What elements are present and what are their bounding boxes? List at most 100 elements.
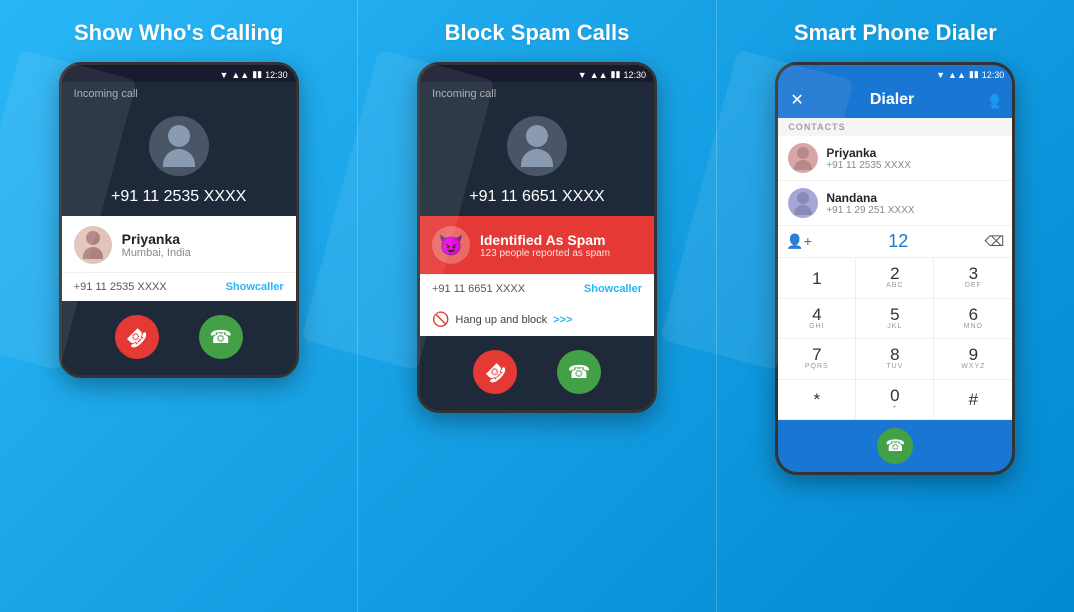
key-sub-2: ABC xyxy=(886,282,903,290)
key-0[interactable]: 0 + xyxy=(856,380,934,420)
spam-title: Identified As Spam xyxy=(480,232,610,248)
close-button[interactable]: ✕ xyxy=(790,90,803,110)
contacts-label: CONTACTS xyxy=(778,118,1012,136)
person-silhouette-1 xyxy=(149,116,209,176)
caller-number-2: +91 11 6651 XXXX xyxy=(420,184,654,216)
avatar-circle-1 xyxy=(149,116,209,176)
accept-button-2[interactable]: ☎ xyxy=(557,350,601,394)
key-main-0: 0 xyxy=(890,387,899,404)
time-2: 12:30 xyxy=(623,70,646,80)
phone-actions-1: ☎ ☎ xyxy=(62,301,296,375)
section-title-3: Smart Phone Dialer xyxy=(794,20,997,46)
key-star[interactable]: * xyxy=(778,380,856,420)
hangup-row[interactable]: 🚫 Hang up and block >>> xyxy=(420,303,654,336)
key-8[interactable]: 8 TUV xyxy=(856,339,934,379)
key-4[interactable]: 4 GHI xyxy=(778,299,856,339)
dialer-input-value[interactable]: 12 xyxy=(818,231,979,252)
caller-name-1: Priyanka xyxy=(122,231,284,247)
incoming-label-1: Incoming call xyxy=(62,82,296,104)
accept-icon-1: ☎ xyxy=(209,327,231,348)
key-3[interactable]: 3 DEF xyxy=(934,258,1012,298)
accept-button-1[interactable]: ☎ xyxy=(199,315,243,359)
spam-devil-icon: 😈 xyxy=(439,233,464,258)
signal-icon: ▼ xyxy=(219,70,228,80)
key-sub-6: MNO xyxy=(964,323,983,331)
section-show-who-calling: Show Who's Calling ▼ ▲▲ ▮▮ 12:30 Incomin… xyxy=(0,0,357,612)
key-main-9: 9 xyxy=(969,346,978,363)
time-1: 12:30 xyxy=(265,70,288,80)
dialer-input-row: 👤+ 12 ⌫ xyxy=(778,226,1012,258)
decline-icon-1: ☎ xyxy=(121,322,152,353)
spam-icon-circle: 😈 xyxy=(432,226,470,264)
caller-person-silhouette xyxy=(74,226,112,264)
contact-avatar-2 xyxy=(788,188,818,218)
key-main-star: * xyxy=(814,391,821,408)
dialer-call-button-row: ☎ xyxy=(778,420,1012,472)
signal-icon-2: ▼ xyxy=(578,70,587,80)
decline-button-2[interactable]: ☎ xyxy=(473,350,517,394)
key-main-5: 5 xyxy=(890,306,899,323)
footer-number-1: +91 11 2535 XXXX xyxy=(74,281,167,293)
contact-name-1: Priyanka xyxy=(826,146,911,160)
person-body-2 xyxy=(521,149,553,167)
block-icon: 🚫 xyxy=(432,311,449,328)
key-sub-0: + xyxy=(892,404,897,412)
showcaller-link-2[interactable]: Showcaller xyxy=(584,283,642,295)
hangup-arrows: >>> xyxy=(553,314,572,326)
key-hash[interactable]: # xyxy=(934,380,1012,420)
key-7[interactable]: 7 PQRS xyxy=(778,339,856,379)
contact-avatar-1 xyxy=(788,143,818,173)
phone-actions-2: ☎ ☎ xyxy=(420,336,654,410)
footer-number-2: +91 11 6651 XXXX xyxy=(432,283,525,295)
key-5[interactable]: 5 JKL xyxy=(856,299,934,339)
person-silhouette-2 xyxy=(507,116,567,176)
spam-subtitle: 123 people reported as spam xyxy=(480,248,610,259)
showcaller-link-1[interactable]: Showcaller xyxy=(226,281,284,293)
key-main-1: 1 xyxy=(812,270,821,287)
phone-screen-1: Incoming call +91 11 2535 XXXX xyxy=(62,82,296,216)
signal-icon-3: ▼ xyxy=(936,70,945,80)
section-block-spam: Block Spam Calls ▼ ▲▲ ▮▮ 12:30 Incoming … xyxy=(357,0,715,612)
caller-avatar-2 xyxy=(420,104,654,184)
backspace-icon[interactable]: ⌫ xyxy=(985,233,1005,250)
key-9[interactable]: 9 WXYZ xyxy=(934,339,1012,379)
person-body-1 xyxy=(163,149,195,167)
caller-footer-1: +91 11 2535 XXXX Showcaller xyxy=(62,273,296,301)
contact-num-2: +91 1 29 251 XXXX xyxy=(826,205,914,216)
contact-row-1[interactable]: Priyanka +91 11 2535 XXXX xyxy=(778,136,1012,181)
caller-info-avatar-1 xyxy=(74,226,112,264)
accept-icon-2: ☎ xyxy=(568,362,590,383)
phone-2: ▼ ▲▲ ▮▮ 12:30 Incoming call +91 11 6651 … xyxy=(417,62,657,413)
status-bar-3: ▼ ▲▲ ▮▮ 12:30 xyxy=(778,65,1012,82)
hangup-text: Hang up and block xyxy=(455,314,547,326)
phone-3: ▼ ▲▲ ▮▮ 12:30 ✕ Dialer 👥 CONTACTS Priyan… xyxy=(775,62,1015,475)
key-main-6: 6 xyxy=(969,306,978,323)
key-1[interactable]: 1 xyxy=(778,258,856,298)
keypad: 1 2 ABC 3 DEF 4 GHI 5 JKL 6 MNO xyxy=(778,258,1012,420)
call-icon: ☎ xyxy=(885,436,905,456)
decline-button-1[interactable]: ☎ xyxy=(115,315,159,359)
battery-icon-2: ▮▮ xyxy=(611,69,621,80)
key-main-3: 3 xyxy=(969,265,978,282)
status-bar-1: ▼ ▲▲ ▮▮ 12:30 xyxy=(62,65,296,82)
add-contact-icon[interactable]: 👤+ xyxy=(786,233,812,250)
person-head-1 xyxy=(168,125,190,147)
avatar-circle-2 xyxy=(507,116,567,176)
caller-info-text: Priyanka Mumbai, India xyxy=(122,231,284,259)
caller-location-1: Mumbai, India xyxy=(122,247,284,259)
contact-info-1: Priyanka +91 11 2535 XXXX xyxy=(826,146,911,171)
call-button[interactable]: ☎ xyxy=(877,428,913,464)
key-2[interactable]: 2 ABC xyxy=(856,258,934,298)
spam-card: 😈 Identified As Spam 123 people reported… xyxy=(420,216,654,275)
phone-1: ▼ ▲▲ ▮▮ 12:30 Incoming call +91 11 2535 … xyxy=(59,62,299,378)
contacts-icon[interactable]: 👥 xyxy=(980,90,1000,110)
spam-text: Identified As Spam 123 people reported a… xyxy=(480,232,610,259)
key-main-8: 8 xyxy=(890,346,899,363)
contact-num-1: +91 11 2535 XXXX xyxy=(826,160,911,171)
caller-footer-2: +91 11 6651 XXXX Showcaller xyxy=(420,275,654,303)
phone-screen-2: Incoming call +91 11 6651 XXXX xyxy=(420,82,654,216)
contact-info-2: Nandana +91 1 29 251 XXXX xyxy=(826,191,914,216)
contact-row-2[interactable]: Nandana +91 1 29 251 XXXX xyxy=(778,181,1012,226)
key-6[interactable]: 6 MNO xyxy=(934,299,1012,339)
key-sub-3: DEF xyxy=(965,282,982,290)
